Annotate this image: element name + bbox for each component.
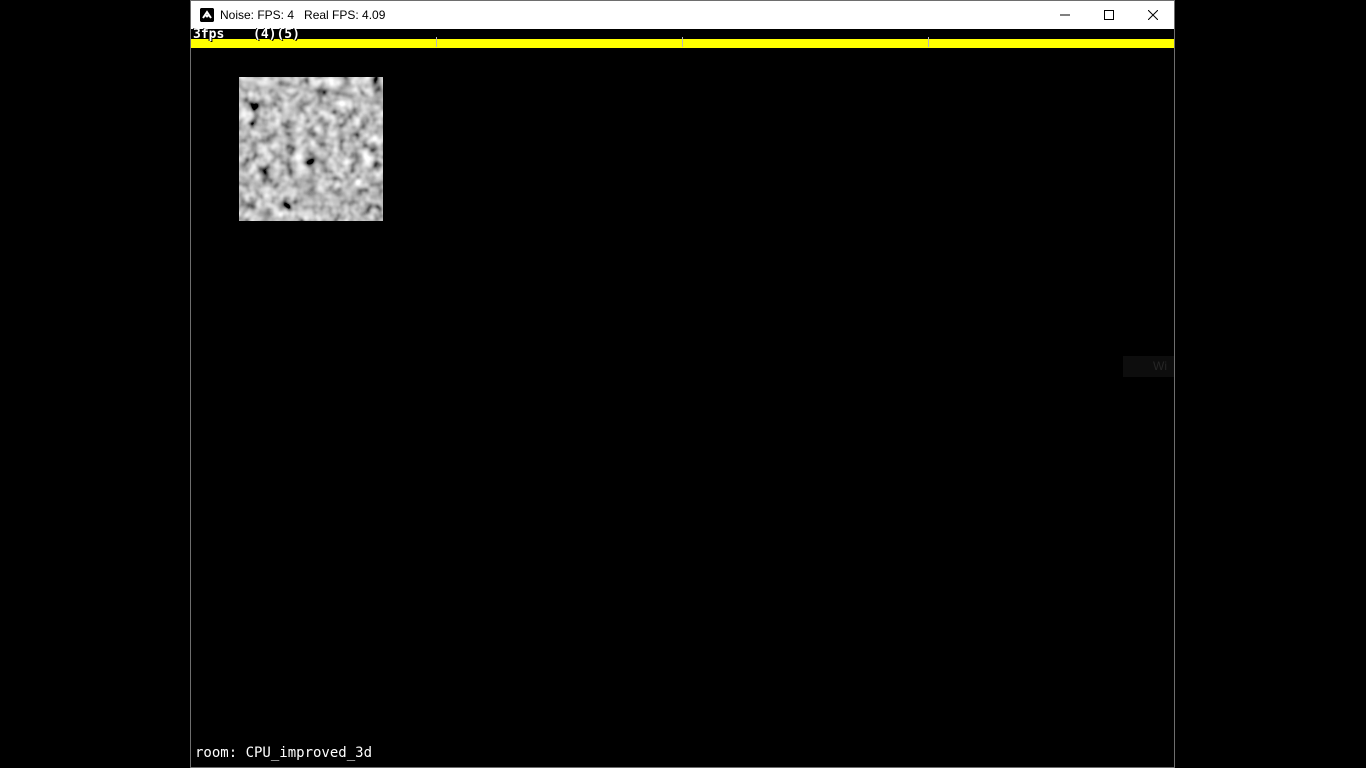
fps-bar-tick [436,37,437,47]
minimize-button[interactable] [1043,1,1087,29]
maximize-icon [1104,10,1114,20]
fps-bar-tick [928,37,929,47]
app-icon[interactable] [200,8,214,22]
maximize-button[interactable] [1087,1,1131,29]
fps-counts: (4)(5) [253,27,300,42]
fps-counter: 3fps [193,27,225,42]
game-canvas[interactable]: 3fps (4)(5) Wi room: CPU_improved_3d [191,27,1174,767]
noise-texture [239,77,383,221]
window-title: Noise: FPS: 4 Real FPS: 4.09 [220,8,386,22]
fps-bar-tick [682,37,683,47]
close-icon [1148,10,1158,20]
minimize-icon [1060,14,1070,16]
activation-watermark: Wi [1123,356,1174,377]
room-label: room: CPU_improved_3d [195,745,373,761]
title-bar[interactable]: Noise: FPS: 4 Real FPS: 4.09 [191,0,1174,29]
close-button[interactable] [1131,1,1174,29]
app-window: Noise: FPS: 4 Real FPS: 4.09 3fps (4)(5) [190,0,1175,768]
